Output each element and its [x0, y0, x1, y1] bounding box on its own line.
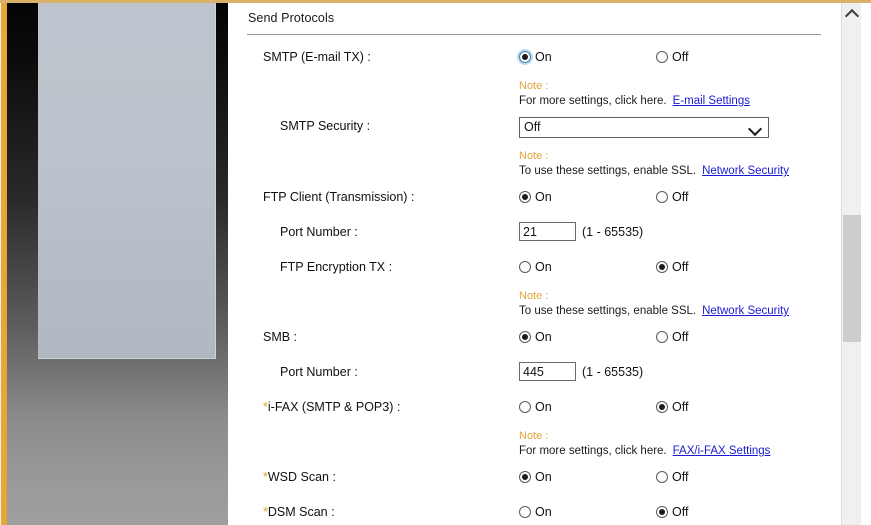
radio-ftp-encryption-on[interactable]: On — [519, 257, 552, 277]
label-ifax-text: i-FAX (SMTP & POP3) : — [267, 400, 401, 414]
link-email-settings[interactable]: E-mail Settings — [673, 95, 750, 107]
ftp-port-range: (1 - 65535) — [582, 225, 644, 239]
scrollbar-thumb[interactable] — [843, 215, 861, 342]
note-smtp: Note : For more settings, click here. E-m… — [519, 79, 750, 109]
label-dsm-scan-text: DSM Scan : — [267, 505, 335, 519]
radio-dot-icon — [656, 471, 668, 483]
input-smb-port[interactable] — [519, 362, 576, 381]
left-side-panel — [38, 2, 216, 359]
note-heading: Note : — [519, 290, 549, 302]
radio-smtp-off[interactable]: Off — [656, 47, 688, 67]
select-smtp-security[interactable]: Off — [519, 117, 769, 138]
label-ifax: *i-FAX (SMTP & POP3) : — [263, 397, 400, 417]
radio-label: On — [535, 190, 552, 204]
radio-dot-icon — [656, 401, 668, 413]
label-wsd-scan-text: WSD Scan : — [267, 470, 336, 484]
radio-label: Off — [672, 470, 689, 484]
note-text: For more settings, click here. — [519, 445, 667, 457]
scroll-up-arrow-icon[interactable] — [842, 3, 861, 21]
note-smtp-security: Note : To use these settings, enable SSL… — [519, 149, 789, 179]
radio-dsm-scan-on[interactable]: On — [519, 502, 552, 522]
radio-smtp-on[interactable]: On — [519, 47, 552, 67]
link-network-security[interactable]: Network Security — [702, 165, 789, 177]
note-heading: Note : — [519, 80, 549, 92]
chevron-down-icon — [750, 124, 761, 131]
label-dsm-scan: *DSM Scan : — [263, 502, 335, 522]
radio-ifax-off[interactable]: Off — [656, 397, 688, 417]
row-ftp-client: FTP Client (Transmission) : On Off — [228, 187, 841, 207]
radio-label: On — [535, 260, 552, 274]
scrollbar-track-below[interactable] — [843, 342, 861, 525]
radio-dot-icon — [519, 506, 531, 518]
radio-dot-icon — [656, 506, 668, 518]
radio-dot-icon — [519, 51, 531, 63]
window-frame-left — [0, 0, 7, 525]
radio-label: On — [535, 505, 552, 519]
vertical-scrollbar[interactable] — [841, 3, 861, 525]
row-dsm-scan: *DSM Scan : On Off — [228, 502, 841, 522]
radio-label: On — [535, 330, 552, 344]
radio-label: On — [535, 50, 552, 64]
link-network-security[interactable]: Network Security — [702, 305, 789, 317]
row-ftp-encryption: FTP Encryption TX : On Off — [228, 257, 841, 277]
scrollbar-track-above[interactable] — [843, 21, 861, 215]
row-ifax: *i-FAX (SMTP & POP3) : On Off — [228, 397, 841, 417]
page-title: Send Protocols — [248, 11, 335, 25]
radio-ftp-client-off[interactable]: Off — [656, 187, 688, 207]
radio-label: Off — [672, 400, 689, 414]
label-smtp: SMTP (E-mail TX) : — [263, 50, 371, 64]
label-wsd-scan: *WSD Scan : — [263, 467, 336, 487]
radio-label: Off — [672, 260, 689, 274]
note-heading: Note : — [519, 150, 549, 162]
title-divider — [247, 34, 821, 35]
radio-label: On — [535, 470, 552, 484]
note-ftp-encryption: Note : To use these settings, enable SSL… — [519, 289, 789, 319]
link-fax-ifax-settings[interactable]: FAX/i-FAX Settings — [673, 445, 771, 457]
radio-dot-icon — [656, 331, 668, 343]
label-ftp-encryption: FTP Encryption TX : — [280, 260, 393, 274]
note-ifax: Note : For more settings, click here. FAX… — [519, 429, 770, 459]
note-text: To use these settings, enable SSL. — [519, 305, 697, 317]
radio-dot-icon — [656, 261, 668, 273]
send-protocols-panel: Send Protocols SMTP (E-mail TX) : On Off… — [228, 3, 841, 525]
radio-ifax-on[interactable]: On — [519, 397, 552, 417]
radio-label: On — [535, 400, 552, 414]
radio-wsd-scan-off[interactable]: Off — [656, 467, 688, 487]
radio-dot-icon — [519, 261, 531, 273]
radio-label: Off — [672, 50, 689, 64]
label-ftp-port: Port Number : — [280, 225, 358, 239]
radio-dot-icon — [656, 51, 668, 63]
radio-dot-icon — [519, 331, 531, 343]
radio-label: Off — [672, 330, 689, 344]
row-smb: SMB : On Off — [228, 327, 841, 347]
label-smtp-security: SMTP Security : — [280, 119, 371, 133]
printer-web-ui-screenshot: Send Protocols SMTP (E-mail TX) : On Off… — [0, 0, 871, 525]
note-heading: Note : — [519, 430, 549, 442]
radio-dot-icon — [519, 471, 531, 483]
row-wsd-scan: *WSD Scan : On Off — [228, 467, 841, 487]
radio-smb-on[interactable]: On — [519, 327, 552, 347]
window-frame-right — [861, 0, 871, 525]
radio-ftp-encryption-off[interactable]: Off — [656, 257, 688, 277]
radio-dot-icon — [519, 191, 531, 203]
label-ftp-client: FTP Client (Transmission) : — [263, 190, 415, 204]
row-smtp: SMTP (E-mail TX) : On Off — [228, 47, 841, 67]
label-smb-port: Port Number : — [280, 365, 358, 379]
smb-port-range: (1 - 65535) — [582, 365, 644, 379]
note-text: For more settings, click here. — [519, 95, 667, 107]
radio-dot-icon — [519, 401, 531, 413]
input-ftp-port[interactable] — [519, 222, 576, 241]
radio-label: Off — [672, 190, 689, 204]
radio-smb-off[interactable]: Off — [656, 327, 688, 347]
radio-ftp-client-on[interactable]: On — [519, 187, 552, 207]
select-value: Off — [524, 120, 541, 134]
note-text: To use these settings, enable SSL. — [519, 165, 697, 177]
radio-dot-icon — [656, 191, 668, 203]
label-smb: SMB : — [263, 330, 298, 344]
radio-wsd-scan-on[interactable]: On — [519, 467, 552, 487]
radio-label: Off — [672, 505, 689, 519]
radio-dsm-scan-off[interactable]: Off — [656, 502, 688, 522]
